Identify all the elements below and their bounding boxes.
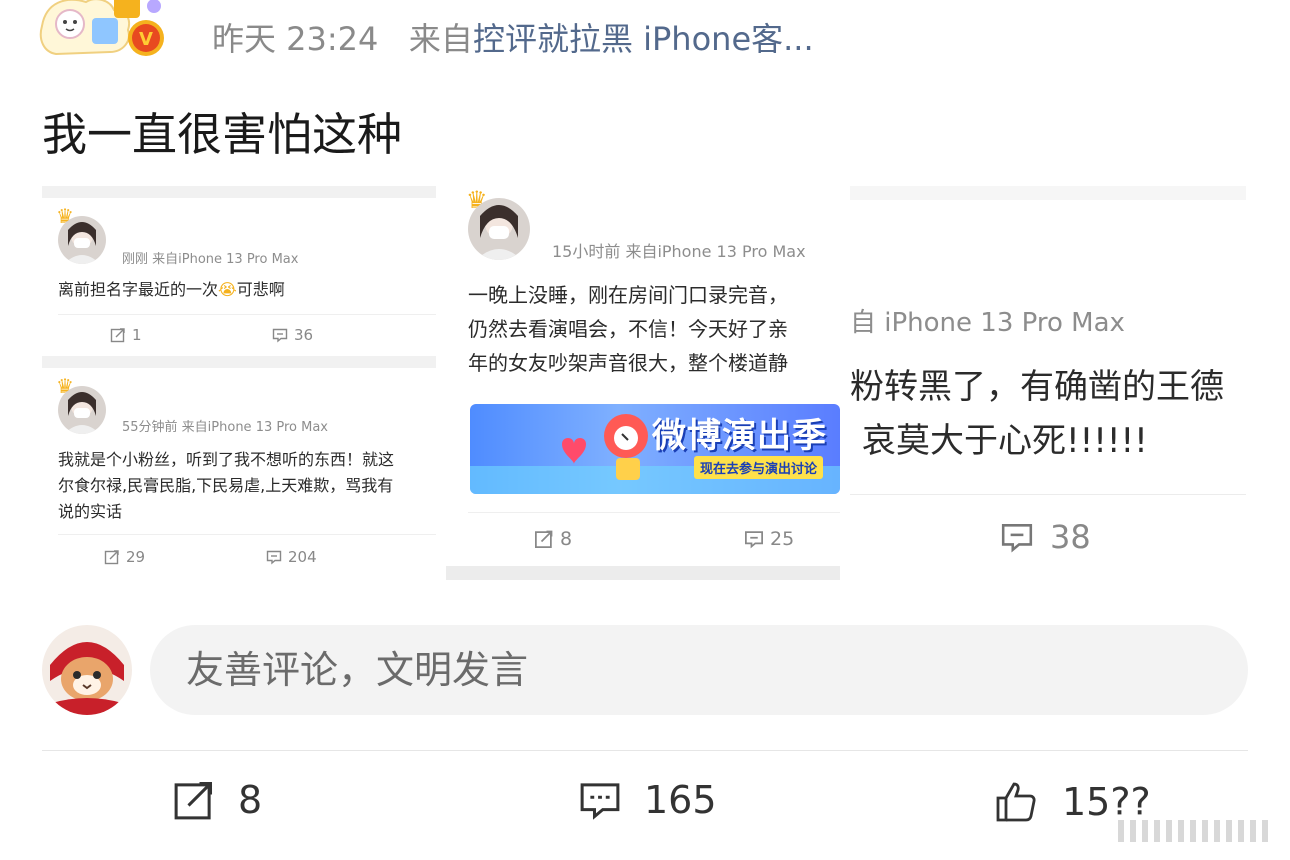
card-meta: 55分钟前 来自iPhone 13 Pro Max bbox=[122, 420, 328, 435]
repost-action: 29 bbox=[104, 548, 145, 566]
comment-count: 204 bbox=[288, 548, 317, 566]
card-meta: 自 iPhone 13 Pro Max bbox=[850, 308, 1125, 338]
comment-action: 38 bbox=[1000, 518, 1091, 556]
card-text-line-3: 年的女友吵架声音很大，整个楼道静 bbox=[468, 351, 788, 375]
divider bbox=[850, 494, 1246, 495]
divider bbox=[468, 512, 840, 513]
image-bottom-edge bbox=[446, 566, 840, 580]
avatar bbox=[468, 198, 530, 260]
promo-banner[interactable]: 微博演出季 现在去参与演出讨论 bbox=[470, 404, 840, 494]
repost-action: 1 bbox=[110, 326, 142, 344]
card-text-line-3: 说的实话 bbox=[58, 502, 123, 521]
watermark bbox=[1110, 810, 1278, 850]
comment-count: 25 bbox=[770, 528, 795, 550]
zoomed-card: 自 iPhone 13 Pro Max 粉转黑了，有确凿的王德 哀莫大于心死!!… bbox=[850, 200, 1246, 580]
repost-button[interactable]: 8 bbox=[172, 778, 262, 822]
repost-icon bbox=[535, 530, 553, 548]
comment-icon bbox=[1001, 524, 1033, 553]
card-text-line-2: 尔食尔禄,民膏民脂,下民易虐,上天难欺，骂我有 bbox=[58, 476, 394, 495]
svg-text:V: V bbox=[139, 29, 153, 50]
post-image-3[interactable]: 自 iPhone 13 Pro Max 粉转黑了，有确凿的王德 哀莫大于心死!!… bbox=[850, 186, 1246, 580]
post-text: 我一直很害怕这种 bbox=[42, 108, 403, 161]
repost-icon bbox=[110, 328, 125, 343]
current-user-avatar[interactable] bbox=[42, 625, 132, 715]
card-meta: 刚刚 来自iPhone 13 Pro Max bbox=[122, 252, 299, 267]
comment-action: 204 bbox=[266, 548, 317, 566]
divider bbox=[58, 314, 436, 315]
repost-count: 29 bbox=[126, 548, 146, 566]
card-text-line-1: 一晚上没睡，刚在房间门口录完音， bbox=[468, 283, 788, 307]
repost-icon bbox=[174, 781, 213, 820]
card-text-line-2: 仍然去看演唱会，不信！今天好了亲 bbox=[468, 317, 788, 341]
card-text-line-1: 粉转黑了，有确凿的王德 bbox=[850, 367, 1224, 407]
avatar bbox=[58, 386, 106, 434]
comment-count: 36 bbox=[294, 326, 314, 344]
card-text: 离前担名字最近的一次😭可悲啊 bbox=[58, 276, 285, 303]
post-image-2[interactable]: ♛ 15小时前 来自iPhone 13 Pro Max 一晚上没睡，刚在房间门口… bbox=[446, 186, 840, 580]
banner-title: 微博演出季 bbox=[652, 416, 827, 456]
card-text-line-1: 我就是个小粉丝，听到了我不想听的东西！就这 bbox=[58, 450, 395, 469]
post-source-link[interactable]: 控评就拉黑 iPhone客... bbox=[473, 20, 814, 58]
comment-action: 36 bbox=[272, 326, 313, 344]
card-text-a: 离前担名字最近的一次 bbox=[58, 280, 219, 299]
screenshot-card-2: ♛ 55分钟前 来自iPhone 13 Pro Max 我就是个小粉丝，听到了我… bbox=[42, 368, 436, 580]
card-meta: 15小时前 来自iPhone 13 Pro Max bbox=[552, 242, 806, 261]
repost-count: 8 bbox=[238, 778, 263, 822]
crying-emoji-icon: 😭 bbox=[218, 280, 237, 299]
post-meta: 昨天 23:24 来自控评就拉黑 iPhone客... bbox=[212, 14, 814, 60]
comment-icon bbox=[745, 531, 763, 549]
action-divider bbox=[42, 750, 1248, 751]
post-image-1[interactable]: ♛ 刚刚 来自iPhone 13 Pro Max 离前担名字最近的一次😭可悲啊 … bbox=[42, 186, 436, 580]
author-avatar[interactable]: V bbox=[36, 0, 168, 66]
comment-icon bbox=[580, 783, 620, 820]
comment-action: 25 bbox=[744, 528, 794, 550]
repost-count: 1 bbox=[132, 326, 142, 344]
screenshot-card-1: ♛ 刚刚 来自iPhone 13 Pro Max 离前担名字最近的一次😭可悲啊 … bbox=[42, 198, 436, 356]
comment-icon bbox=[266, 550, 282, 565]
comment-button[interactable]: 165 bbox=[578, 778, 717, 822]
comment-icon bbox=[272, 328, 288, 343]
card-text-line-2: 哀莫大于心死!!!!!! bbox=[862, 421, 1148, 461]
repost-action: 8 bbox=[534, 528, 572, 550]
comment-count: 38 bbox=[1050, 518, 1091, 556]
card-text-b: 可悲啊 bbox=[236, 280, 285, 299]
post-source-prefix: 来自 bbox=[408, 20, 473, 58]
comment-input[interactable] bbox=[150, 625, 1248, 715]
divider bbox=[58, 534, 436, 535]
repost-count: 8 bbox=[560, 528, 573, 550]
avatar bbox=[58, 216, 106, 264]
post-time: 昨天 23:24 bbox=[212, 20, 379, 58]
comment-count: 165 bbox=[644, 778, 717, 822]
thumbs-up-icon bbox=[996, 782, 1036, 822]
repost-icon bbox=[104, 550, 119, 565]
banner-subtitle: 现在去参与演出讨论 bbox=[694, 456, 824, 479]
